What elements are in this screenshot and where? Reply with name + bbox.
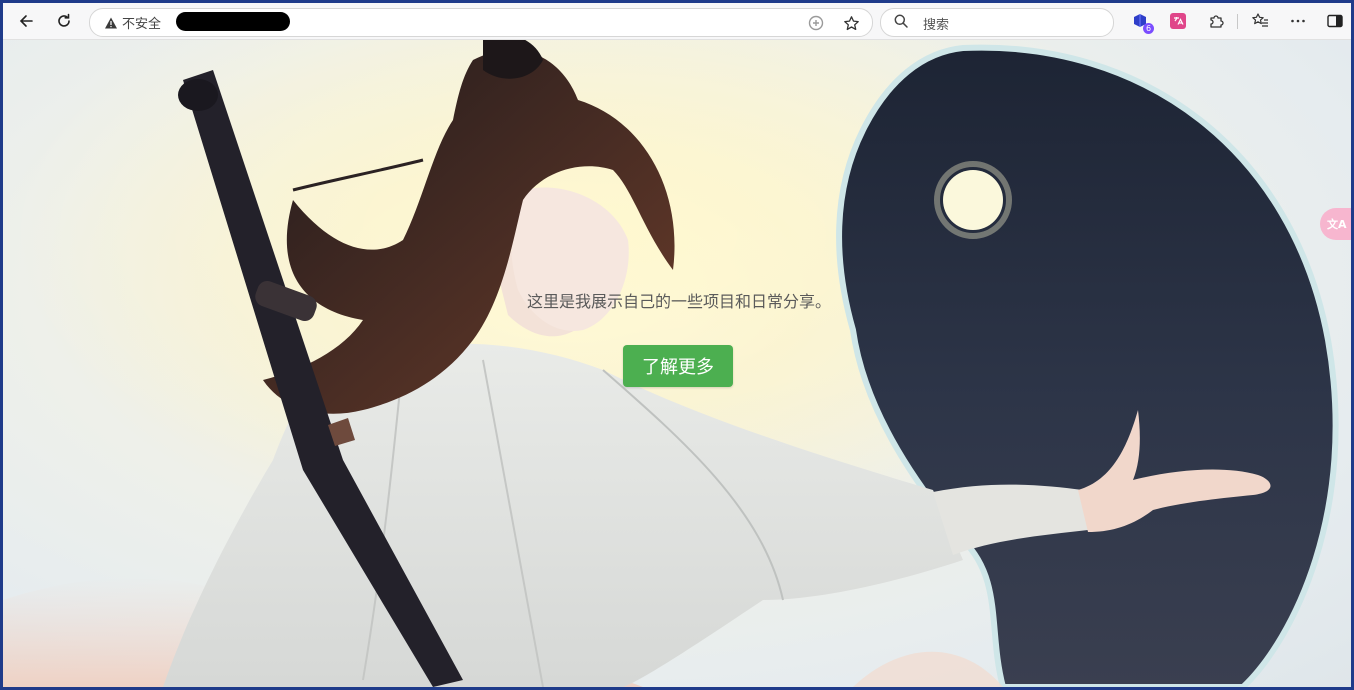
translate-icon: [1170, 13, 1186, 29]
sidebar-button[interactable]: [1323, 9, 1347, 33]
extensions-button[interactable]: [1205, 9, 1229, 33]
star-icon: [843, 15, 859, 30]
read-aloud-button[interactable]: [806, 13, 826, 33]
toolbar-separator: [1237, 14, 1238, 29]
translate-icon: 文A: [1327, 218, 1347, 231]
browser-toolbar: 不安全 搜索 6: [3, 3, 1351, 40]
more-button[interactable]: [1286, 9, 1310, 33]
address-bar[interactable]: 不安全: [89, 8, 873, 37]
floating-translate-button[interactable]: 文A: [1320, 208, 1351, 240]
reload-icon: [58, 13, 70, 27]
security-label: 不安全: [122, 17, 162, 32]
reload-button[interactable]: [51, 8, 77, 34]
page-content: 这里是我展示自己的一些项目和日常分享。 了解更多 文A: [3, 40, 1351, 687]
security-indicator[interactable]: 不安全: [104, 13, 161, 32]
puzzle-icon: [1210, 15, 1224, 28]
learn-more-button[interactable]: 了解更多: [623, 345, 733, 387]
more-dots-icon: [1291, 19, 1305, 23]
read-aloud-icon: [808, 15, 824, 31]
search-box[interactable]: 搜索: [880, 8, 1114, 37]
back-button[interactable]: [13, 8, 39, 34]
favorites-list-icon: [1252, 13, 1268, 27]
extension-copilot-button[interactable]: 6: [1128, 9, 1154, 34]
search-icon: [894, 14, 908, 28]
browser-window: 不安全 搜索 6 这里是我展示自己的一些项目和日常分享。 了解更多 文A: [3, 3, 1351, 687]
favorite-button[interactable]: [841, 13, 861, 33]
extension-translate-button[interactable]: [1166, 9, 1190, 33]
search-placeholder: 搜索: [923, 18, 950, 33]
arrow-left-icon: [19, 15, 33, 27]
hero-description: 这里是我展示自己的一些项目和日常分享。: [526, 292, 831, 311]
redacted-url[interactable]: [176, 12, 290, 31]
sidebar-icon: [1327, 14, 1343, 28]
favorites-button[interactable]: [1248, 9, 1272, 33]
warning-triangle-icon: [105, 17, 117, 28]
extension-badge: 6: [1143, 23, 1154, 34]
